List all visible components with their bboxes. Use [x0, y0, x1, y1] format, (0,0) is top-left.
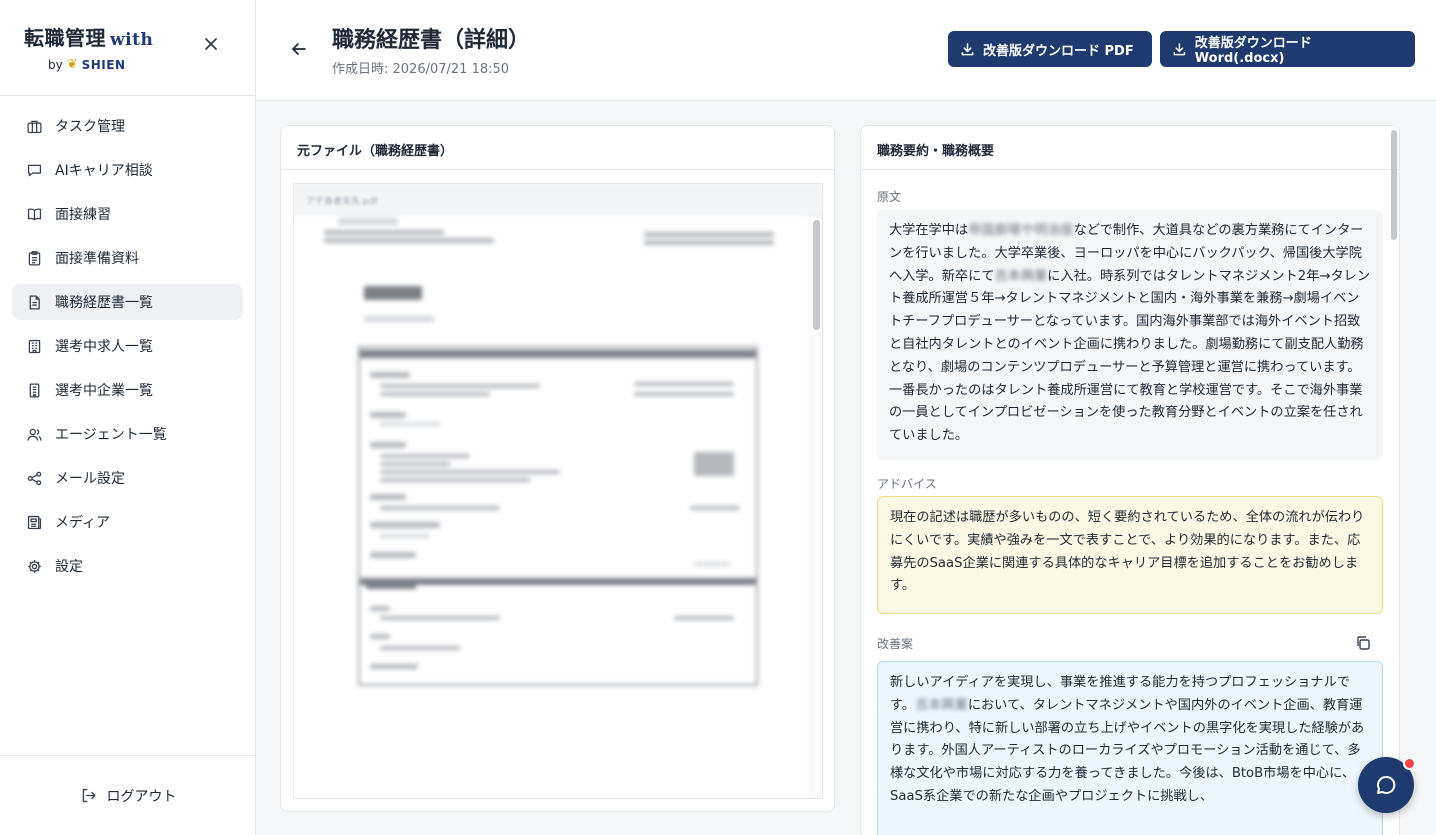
- app: 転職管理 with by ❦ SHIEN タスク管理 AIキャリア相談 面接練習…: [0, 0, 1436, 835]
- summary-scrollbar[interactable]: [1391, 130, 1397, 240]
- logout-icon: [82, 788, 96, 803]
- redacted-text: 帝国劇場や明治座: [968, 223, 1074, 238]
- download-word-button[interactable]: 改善版ダウンロード Word(.docx): [1160, 31, 1415, 67]
- logout-button[interactable]: ログアウト: [0, 755, 256, 835]
- office-icon: [29, 382, 40, 398]
- source-file-title: 元ファイル（職務経歴書）: [281, 126, 834, 170]
- sidebar: 転職管理 with by ❦ SHIEN タスク管理 AIキャリア相談 面接練習…: [0, 0, 256, 835]
- sidebar-item-mail-settings[interactable]: メール設定: [12, 460, 243, 496]
- pdf-page-preview: [294, 216, 808, 798]
- document-icon: [29, 294, 40, 310]
- sidebar-item-job-list[interactable]: 選考中求人一覧: [12, 328, 243, 364]
- close-sidebar-button[interactable]: [201, 36, 221, 56]
- brand-with-text: with: [110, 30, 154, 50]
- building-icon: [28, 339, 41, 353]
- source-file-card: 元ファイル（職務経歴書） ア千身者宋先.pdf: [280, 125, 835, 812]
- close-icon: [205, 38, 217, 50]
- sidebar-item-ai-career[interactable]: AIキャリア相談: [12, 152, 243, 188]
- sidebar-item-label: 選考中企業一覧: [55, 383, 153, 399]
- sidebar-nav: タスク管理 AIキャリア相談 面接練習 面接準備資料 職務経歴書一覧 選考中求人…: [0, 96, 255, 584]
- clipboard-icon: [28, 250, 41, 266]
- original-text-part: に入社。時系列ではタレントマネジメント2年→タレント養成所運営５年→タレントマネ…: [889, 268, 1371, 444]
- gear-icon: [28, 559, 41, 573]
- sidebar-item-label: メディア: [55, 515, 111, 531]
- download-pdf-button[interactable]: 改善版ダウンロード PDF: [948, 31, 1152, 67]
- created-date: 作成日時: 2026/07/21 18:50: [332, 62, 510, 77]
- sidebar-item-label: メール設定: [55, 471, 125, 487]
- original-text: 大学在学中は帝国劇場や明治座などで制作、大道具などの裏方業務にてインターンを行い…: [877, 210, 1383, 460]
- improve-label: 改善案: [877, 637, 914, 651]
- copy-icon[interactable]: [1355, 635, 1371, 651]
- redacted-text: 吉本興業: [915, 697, 968, 713]
- brand-shien-text: SHIEN: [81, 57, 126, 72]
- briefcase-icon: [27, 120, 42, 133]
- sidebar-item-company-list[interactable]: 選考中企業一覧: [12, 372, 243, 408]
- sidebar-item-resume-list[interactable]: 職務経歴書一覧: [12, 284, 243, 320]
- share-icon: [27, 471, 42, 485]
- download-word-label: 改善版ダウンロード Word(.docx): [1194, 36, 1312, 66]
- sidebar-item-label: AIキャリア相談: [55, 163, 153, 179]
- brand-logo: 転職管理 with by ❦ SHIEN: [0, 0, 255, 96]
- brand-subtitle: by ❦ SHIEN: [24, 57, 255, 72]
- chat-icon: [1377, 775, 1396, 794]
- newspaper-icon: [27, 515, 42, 529]
- users-icon: [27, 428, 42, 441]
- redacted-text: 吉本興業: [994, 268, 1048, 284]
- sidebar-item-task[interactable]: タスク管理: [12, 108, 243, 144]
- download-pdf-label: 改善版ダウンロード PDF: [983, 43, 1134, 59]
- sidebar-item-label: タスク管理: [55, 119, 125, 135]
- original-label: 原文: [877, 190, 902, 204]
- pdf-viewer[interactable]: ア千身者宋先.pdf: [293, 183, 823, 799]
- sidebar-item-interview-practice[interactable]: 面接練習: [12, 196, 243, 232]
- main-content: 職務経歴書（詳細） 作成日時: 2026/07/21 18:50 改善版ダウンロ…: [256, 0, 1436, 835]
- summary-scrollbar-track[interactable]: [1389, 126, 1399, 835]
- original-text-part: 大学在学中は: [889, 223, 969, 238]
- brand-title-text: 転職管理: [24, 26, 106, 50]
- sidebar-item-label: 面接練習: [55, 207, 111, 223]
- sidebar-item-label: 面接準備資料: [55, 251, 139, 267]
- logout-label: ログアウト: [106, 788, 177, 805]
- pdf-filename: ア千身者宋先.pdf: [294, 184, 822, 216]
- leaf-icon: ❦: [66, 57, 78, 72]
- notification-dot: [1403, 757, 1416, 770]
- pdf-viewer-scrollbar[interactable]: [813, 220, 820, 330]
- sidebar-item-agent-list[interactable]: エージェント一覧: [12, 416, 243, 452]
- sidebar-item-label: 設定: [55, 559, 83, 575]
- improve-text: 新しいアイディアを実現し、事業を推進する能力を持つプロフェッショナルです。吉本興…: [877, 661, 1383, 835]
- page-header: 職務経歴書（詳細） 作成日時: 2026/07/21 18:50 改善版ダウンロ…: [256, 0, 1436, 101]
- brand-by-text: by: [48, 57, 63, 72]
- sidebar-item-label: エージェント一覧: [55, 427, 167, 443]
- book-open-icon: [27, 208, 42, 220]
- page-title: 職務経歴書（詳細）: [332, 28, 531, 53]
- summary-card: 職務要約・職務概要 原文 大学在学中は帝国劇場や明治座などで制作、大道具などの裏…: [860, 125, 1400, 835]
- sidebar-item-interview-materials[interactable]: 面接準備資料: [12, 240, 243, 276]
- back-arrow-icon[interactable]: [290, 40, 308, 58]
- download-icon: [1173, 42, 1186, 55]
- improve-text-part: において、タレントマネジメントや国内外のイベント企画、教育運営に携わり、特に新し…: [890, 697, 1365, 804]
- advice-label: アドバイス: [877, 477, 937, 491]
- chat-bubble-icon: [27, 164, 42, 176]
- download-icon: [961, 42, 974, 55]
- summary-card-title: 職務要約・職務概要: [861, 126, 1399, 170]
- sidebar-item-media[interactable]: メディア: [12, 504, 243, 540]
- advice-text: 現在の記述は職歴が多いものの、短く要約されているため、全体の流れが伝わりにくいで…: [877, 496, 1383, 614]
- sidebar-item-label: 選考中求人一覧: [55, 339, 153, 355]
- sidebar-item-label: 職務経歴書一覧: [55, 295, 153, 311]
- sidebar-item-settings[interactable]: 設定: [12, 548, 243, 584]
